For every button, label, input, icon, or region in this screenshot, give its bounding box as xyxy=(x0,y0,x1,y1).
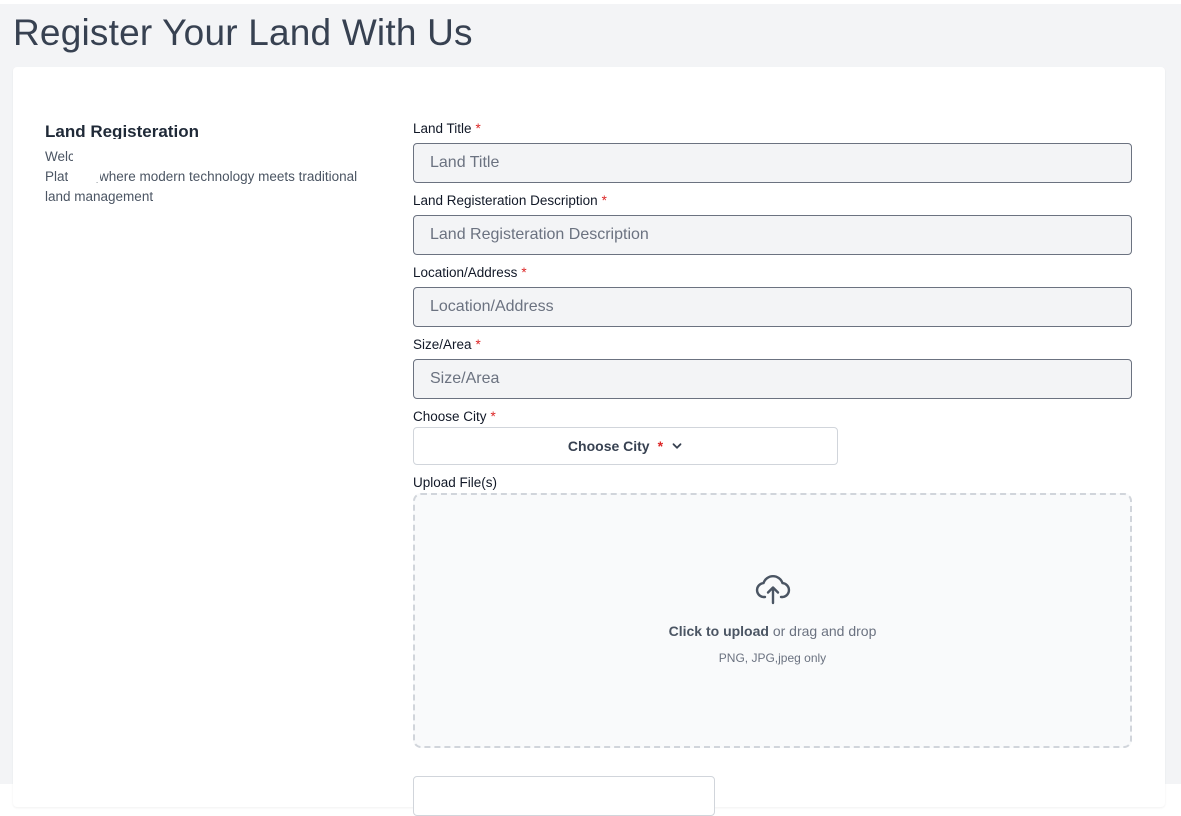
required-mark: * xyxy=(657,438,664,454)
description-label: Land Registeration Description * xyxy=(413,193,607,208)
registration-card: Land Registeration Welcome to the cuttin… xyxy=(13,67,1165,816)
required-mark: * xyxy=(475,121,481,136)
file-dropzone[interactable]: Click to upload or drag and drop PNG, JP… xyxy=(413,493,1132,748)
drag-drop-text: or drag and drop xyxy=(772,623,877,639)
required-mark: * xyxy=(601,193,607,208)
page: Register Your Land With Us Land Register… xyxy=(0,4,1181,816)
choose-city-button-label: Choose City xyxy=(567,438,650,454)
land-title-input[interactable] xyxy=(413,143,1132,183)
location-label: Location/Address * xyxy=(413,265,527,280)
required-mark: * xyxy=(475,337,481,352)
cloud-upload-icon xyxy=(755,575,791,605)
redaction-mask xyxy=(45,139,213,147)
redaction-mask xyxy=(73,147,325,164)
land-title-label: Land Title * xyxy=(413,121,481,136)
file-type-hint: PNG, JPG,jpeg only xyxy=(718,651,827,665)
city-label: Choose City * xyxy=(413,409,496,424)
click-to-upload-link[interactable]: Click to upload xyxy=(669,623,769,639)
chevron-down-icon xyxy=(672,443,682,449)
description-input[interactable] xyxy=(413,215,1132,255)
size-input[interactable] xyxy=(413,359,1132,399)
size-label: Size/Area * xyxy=(413,337,481,352)
choose-city-dropdown[interactable]: Choose City * xyxy=(413,427,838,465)
partial-bottom-field[interactable] xyxy=(413,776,715,816)
upload-instructions: Click to upload or drag and drop xyxy=(415,623,1130,639)
upload-label: Upload File(s) xyxy=(413,475,498,490)
location-input[interactable] xyxy=(413,287,1132,327)
page-title: Register Your Land With Us xyxy=(13,12,473,53)
required-mark: * xyxy=(521,265,527,280)
required-mark: * xyxy=(490,409,496,424)
redaction-mask xyxy=(68,165,100,182)
